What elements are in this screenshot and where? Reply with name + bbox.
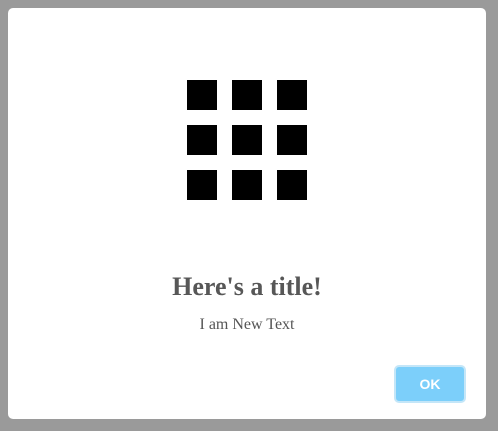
grid-icon-cell — [232, 170, 262, 200]
grid-icon-cell — [277, 170, 307, 200]
dialog-title: Here's a title! — [172, 272, 322, 301]
grid-icon-cell — [187, 170, 217, 200]
grid-icon — [187, 80, 307, 200]
grid-icon-cell — [232, 80, 262, 110]
alert-dialog: Here's a title! I am New Text OK — [8, 8, 486, 419]
dialog-text: I am New Text — [199, 316, 295, 333]
grid-icon-cell — [277, 125, 307, 155]
grid-icon-cell — [187, 125, 217, 155]
grid-icon-cell — [277, 80, 307, 110]
grid-icon-cell — [187, 80, 217, 110]
grid-icon-cell — [232, 125, 262, 155]
ok-button[interactable]: OK — [394, 365, 466, 403]
